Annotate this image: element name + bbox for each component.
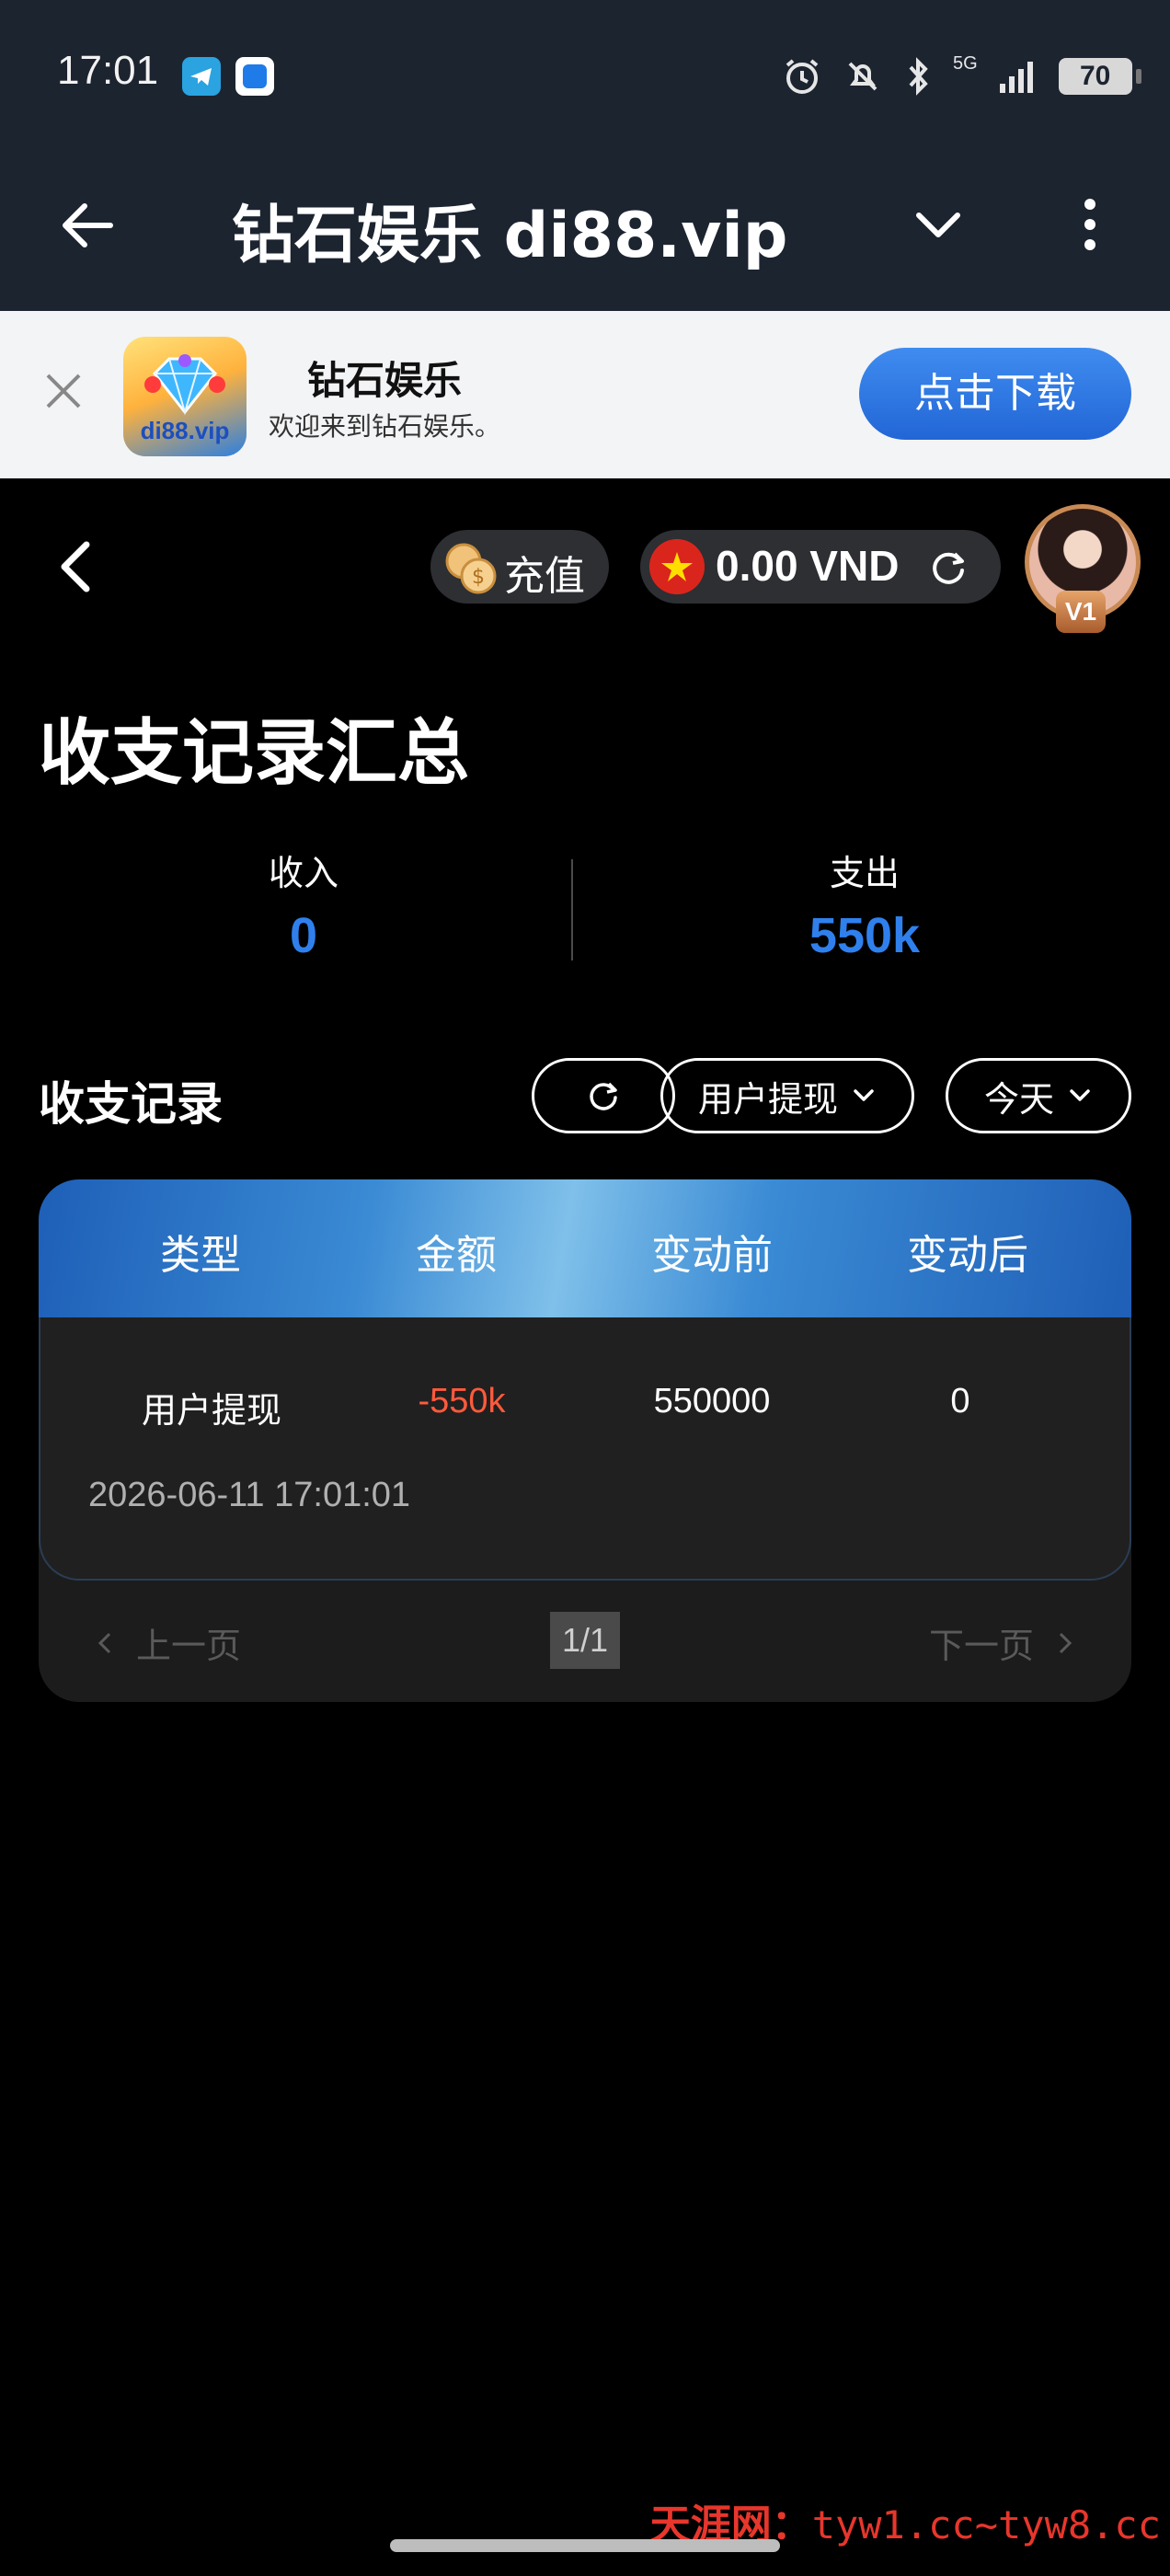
app-name: 钻石娱乐 (307, 358, 463, 403)
app-notification-icon (235, 57, 274, 96)
income-value: 0 (289, 908, 318, 963)
records-table: 类型 金额 变动前 变动后 用户提现 -550k 550000 0 2026-0… (39, 1179, 1131, 1702)
summary-divider (571, 859, 573, 960)
app-tagline: 欢迎来到钻石娱乐。 (269, 411, 501, 442)
next-page-button[interactable]: 下一页 (929, 1617, 1076, 1668)
table-header: 类型 金额 变动前 变动后 (39, 1179, 1131, 1317)
back-arrow-icon[interactable] (55, 193, 120, 258)
alarm-icon (786, 59, 819, 94)
column-header-type: 类型 (160, 1232, 241, 1279)
telegram-icon (182, 57, 221, 96)
svg-text:$: $ (472, 566, 485, 589)
signal-icon (999, 62, 1033, 93)
chevron-left-icon (98, 1632, 111, 1653)
app-logo: di88.vip (123, 337, 247, 456)
logo-text: di88.vip (140, 417, 230, 444)
download-button[interactable]: 点击下载 (859, 348, 1131, 440)
vip-level-badge: V1 (1056, 591, 1106, 633)
page-title: 钻石娱乐 di88.vip (232, 200, 788, 272)
network-type-label: 5G (953, 53, 978, 74)
watermark-url: tyw1.cc~tyw8.cc (811, 2502, 1161, 2547)
status-bar: 17:01 5G 70 (0, 0, 1170, 147)
battery-indicator: 70 (1058, 58, 1141, 95)
row-timestamp: 2026-06-11 17:01:01 (88, 1476, 411, 1514)
row-before: 550000 (653, 1382, 771, 1420)
type-filter-dropdown[interactable]: 用户提现 (660, 1058, 914, 1133)
recharge-label: 充值 (504, 553, 585, 600)
chevron-down-icon (1070, 1089, 1090, 1101)
table-row[interactable]: 用户提现 -550k 550000 0 2026-06-11 17:01:01 (39, 1317, 1131, 1581)
date-filter-dropdown[interactable]: 今天 (946, 1058, 1131, 1133)
income-label: 收入 (268, 853, 338, 893)
next-page-label: 下一页 (928, 1626, 1034, 1666)
refresh-records-button[interactable] (532, 1058, 675, 1133)
balance-amount: 0.00 VND (716, 542, 900, 590)
mute-bell-icon (848, 62, 878, 91)
status-time: 17:01 (57, 48, 159, 93)
chevron-down-icon[interactable] (906, 193, 970, 258)
prev-page-label: 上一页 (136, 1626, 242, 1666)
home-indicator[interactable] (390, 2539, 780, 2552)
coins-icon: $ (445, 543, 497, 594)
back-chevron-icon[interactable] (50, 534, 105, 600)
chevron-down-icon (854, 1089, 874, 1101)
row-type: 用户提现 (141, 1392, 281, 1431)
expense-value: 550k (809, 908, 921, 963)
refresh-balance-icon[interactable] (927, 546, 969, 589)
recharge-button[interactable]: $ 充值 (430, 530, 609, 604)
prev-page-button[interactable]: 上一页 (94, 1617, 241, 1668)
browser-top-bar: 钻石娱乐 di88.vip (0, 147, 1170, 311)
summary-title: 收支记录汇总 (39, 712, 470, 795)
records-title: 收支记录 (39, 1077, 223, 1131)
date-filter-value: 今天 (983, 1078, 1054, 1120)
bluetooth-icon (909, 57, 928, 96)
balance-display: 0.00 VND (640, 530, 1001, 604)
row-amount: -550k (418, 1382, 506, 1420)
vietnam-flag-icon (649, 539, 705, 594)
column-header-after: 变动后 (907, 1232, 1028, 1279)
row-after: 0 (950, 1382, 970, 1420)
chevron-right-icon (1059, 1632, 1072, 1653)
column-header-before: 变动前 (651, 1232, 773, 1279)
page-indicator: 1/1 (550, 1612, 620, 1669)
close-icon[interactable] (40, 368, 86, 414)
download-banner: di88.vip 钻石娱乐 欢迎来到钻石娱乐。 点击下载 (0, 311, 1170, 478)
more-vertical-icon[interactable] (1067, 188, 1113, 261)
column-header-amount: 金额 (416, 1232, 497, 1279)
refresh-icon (590, 1082, 617, 1110)
diamond-icon (144, 354, 225, 416)
status-icons: 5G 70 (782, 53, 1141, 99)
type-filter-value: 用户提现 (697, 1078, 838, 1120)
expense-label: 支出 (829, 853, 900, 893)
